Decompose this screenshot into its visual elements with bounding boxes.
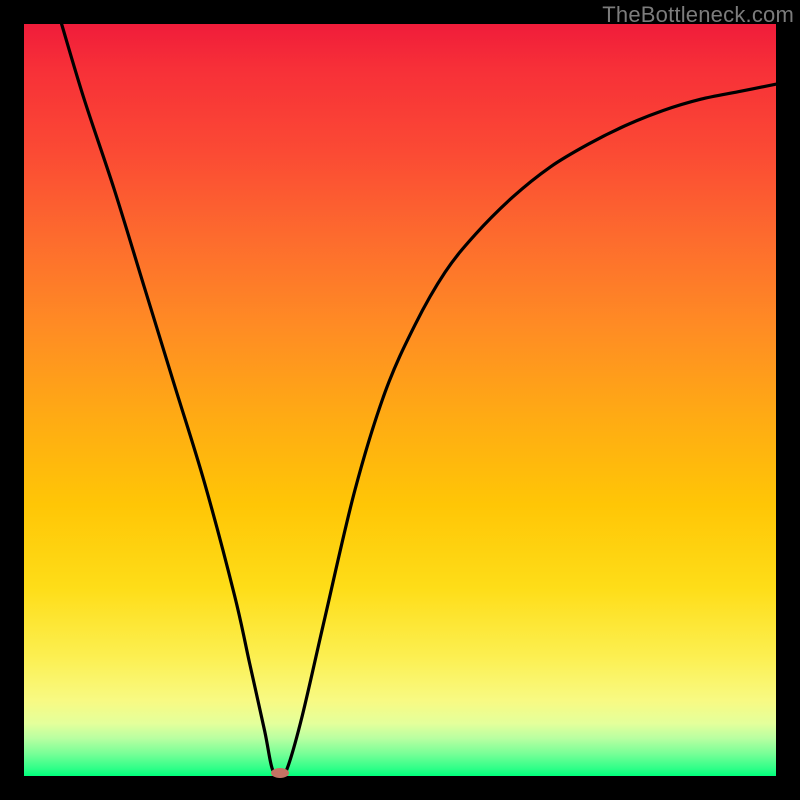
outer-frame: TheBottleneck.com [0, 0, 800, 800]
minimum-marker [271, 768, 289, 778]
bottleneck-curve [24, 24, 776, 776]
plot-area [24, 24, 776, 776]
